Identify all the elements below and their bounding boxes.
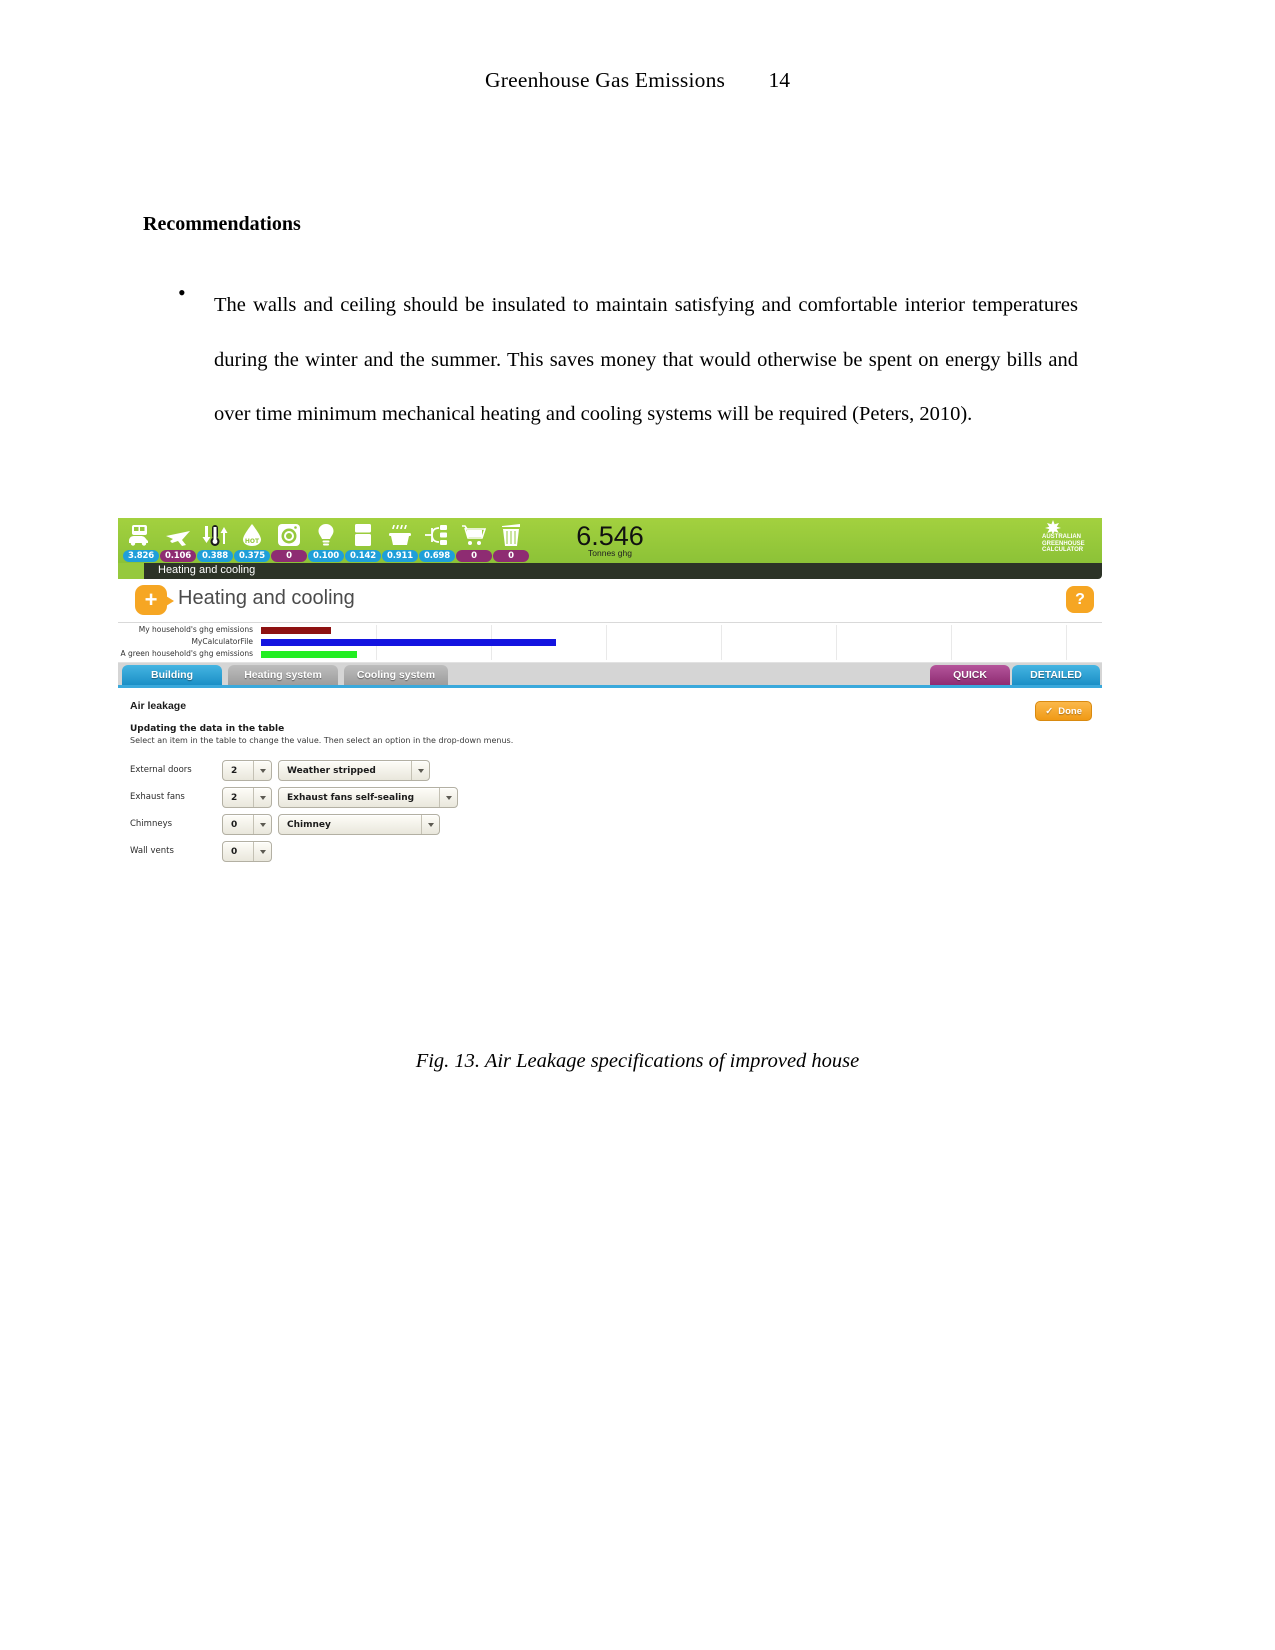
category-value-badge: 0.100 [308, 549, 344, 562]
chimneys-count-select[interactable]: 0 [222, 814, 272, 835]
category-value-badge: 0.698 [419, 549, 455, 562]
chevron-down-icon [439, 788, 457, 807]
shopping-trolley-icon[interactable] [456, 520, 492, 550]
figure-caption: Fig. 13. Air Leakage specifications of i… [415, 1050, 860, 1072]
check-icon: ✓ [1045, 705, 1054, 717]
thermometer-heating-cooling-icon[interactable] [197, 520, 233, 550]
washing-machine-icon[interactable] [271, 520, 307, 550]
logo-text: AUSTRALIAN GREENHOUSE CALCULATOR [1042, 534, 1085, 554]
hint-body: Select an item in the table to change th… [130, 736, 514, 745]
external-doors-count-select[interactable]: 2 [222, 760, 272, 781]
calculator-screenshot: HOT 3.826 0.106 0.388 0.375 0 0.100 0.14… [118, 518, 1102, 903]
category-value-badge: 3.826 [123, 549, 159, 562]
help-button[interactable]: ? [1066, 586, 1094, 613]
document-page: Greenhouse Gas Emissions 14 Recommendati… [0, 0, 1275, 1650]
select-value: Exhaust fans self-sealing [287, 792, 415, 803]
category-value-badge: 0.388 [197, 549, 233, 562]
category-value-badge: 0.375 [234, 549, 270, 562]
select-value: Chimney [287, 819, 331, 830]
chevron-down-icon [253, 761, 271, 780]
expand-plus-button[interactable]: + [135, 585, 174, 615]
panel-header: + Heating and cooling ? [118, 579, 1102, 623]
svg-text:HOT: HOT [245, 538, 260, 545]
comparison-row: My household's ghg emissions [118, 625, 1102, 636]
star-logo-icon [1045, 520, 1061, 534]
chevron-down-icon [411, 761, 429, 780]
exhaust-fans-option-select[interactable]: Exhaust fans self-sealing [278, 787, 458, 808]
select-value: Weather stripped [287, 765, 376, 776]
panel-title: Heating and cooling [178, 587, 355, 609]
comparison-label: My household's ghg emissions [138, 625, 253, 634]
select-value: 2 [231, 792, 238, 803]
chimneys-option-select[interactable]: Chimney [278, 814, 440, 835]
appliances-plugs-icon[interactable] [419, 520, 455, 550]
bullet-list-item: • The walls and ceiling should be insula… [178, 278, 1078, 442]
ghg-header-bar: HOT 3.826 0.106 0.388 0.375 0 0.100 0.14… [118, 518, 1102, 563]
select-value: 0 [231, 846, 238, 857]
bullet-marker: • [178, 280, 186, 305]
bullet-paragraph: The walls and ceiling should be insulate… [214, 294, 1078, 425]
category-value-badge: 0.142 [345, 549, 381, 562]
fridge-icon[interactable] [345, 520, 381, 550]
category-value-badge: 0.106 [160, 549, 196, 562]
breadcrumb[interactable]: Heating and cooling [158, 564, 255, 576]
comparison-row: A green household's ghg emissions [118, 649, 1102, 660]
row-label: Chimneys [130, 819, 173, 829]
cooking-pot-icon[interactable] [382, 520, 418, 550]
tab-building[interactable]: Building [122, 665, 222, 685]
chevron-down-icon [253, 815, 271, 834]
airplane-flights-icon[interactable] [160, 520, 196, 550]
external-doors-option-select[interactable]: Weather stripped [278, 760, 430, 781]
comparison-label: A green household's ghg emissions [120, 649, 253, 658]
row-label: Wall vents [130, 846, 174, 856]
select-value: 0 [231, 819, 238, 830]
tab-heating-system[interactable]: Heating system [228, 665, 338, 685]
category-value-badge: 0.911 [382, 549, 418, 562]
comparison-bar-my-household [261, 627, 331, 634]
category-value-row: 3.826 0.106 0.388 0.375 0 0.100 0.142 0.… [123, 549, 530, 562]
done-button[interactable]: ✓ Done [1035, 701, 1092, 721]
section-title-air-leakage: Air leakage [130, 700, 187, 712]
section-heading: Recommendations [143, 213, 301, 235]
chevron-down-icon [421, 815, 439, 834]
page-number: 14 [768, 68, 790, 92]
comparison-chart: My household's ghg emissions MyCalculato… [118, 623, 1102, 663]
category-icon-row: HOT [123, 520, 530, 550]
tab-detailed[interactable]: DETAILED [1012, 665, 1100, 685]
exhaust-fans-count-select[interactable]: 2 [222, 787, 272, 808]
comparison-bar-green-household [261, 651, 357, 658]
waste-bin-icon[interactable] [493, 520, 529, 550]
hot-water-droplet-icon[interactable]: HOT [234, 520, 270, 550]
select-value: 2 [231, 765, 238, 776]
running-head-title: Greenhouse Gas Emissions [485, 68, 726, 92]
panel-content: Air leakage Updating the data in the tab… [118, 688, 1102, 903]
light-bulb-icon[interactable] [308, 520, 344, 550]
category-value-badge: 0 [493, 549, 529, 562]
row-label: External doors [130, 765, 192, 775]
done-button-label: Done [1058, 705, 1082, 717]
comparison-row: MyCalculatorFile [118, 637, 1102, 648]
australian-greenhouse-calculator-logo: AUSTRALIAN GREENHOUSE CALCULATOR [1040, 519, 1100, 561]
bus-car-transport-icon[interactable] [123, 520, 159, 550]
category-value-badge: 0 [271, 549, 307, 562]
tab-cooling-system[interactable]: Cooling system [344, 665, 448, 685]
tab-bar: Building Heating system Cooling system Q… [118, 663, 1102, 688]
chevron-down-icon [253, 842, 271, 861]
chevron-down-icon [253, 788, 271, 807]
tab-quick[interactable]: QUICK [930, 665, 1010, 685]
wall-vents-count-select[interactable]: 0 [222, 841, 272, 862]
comparison-bar-my-calculator-file [261, 639, 556, 646]
row-label: Exhaust fans [130, 792, 185, 802]
hint-title: Updating the data in the table [130, 724, 285, 734]
breadcrumb-strip: Heating and cooling [118, 563, 1102, 579]
running-head: Greenhouse Gas Emissions 14 [0, 68, 1275, 93]
category-value-badge: 0 [456, 549, 492, 562]
comparison-label: MyCalculatorFile [191, 637, 253, 646]
